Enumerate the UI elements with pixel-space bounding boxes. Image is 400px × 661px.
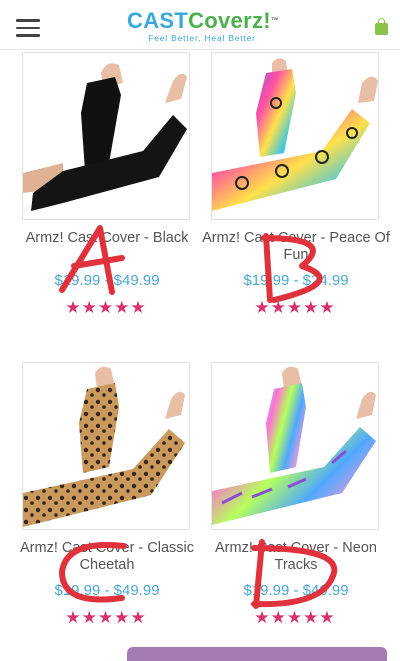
site-logo[interactable]: CASTCoverz!™ Feel Better, Heal Better — [127, 8, 280, 44]
logo-trademark: ™ — [270, 16, 280, 25]
chat-widget-bar[interactable] — [127, 647, 387, 661]
product-title[interactable]: Armz! Cast Cover - Classic Cheetah — [12, 540, 202, 574]
star-rating: ★★★★★ — [254, 608, 336, 627]
product-image-peace-pattern-arm-sleeves[interactable] — [211, 52, 379, 220]
product-price: $19.99 - $49.99 — [54, 582, 160, 599]
product-image-black-arm-sleeves[interactable] — [22, 52, 190, 220]
product-image-neon-arm-sleeves[interactable] — [211, 362, 379, 530]
hamburger-menu-icon[interactable] — [16, 19, 40, 37]
logo-coverz-text: Coverz! — [188, 8, 271, 33]
product-title[interactable]: Armz! Cast Cover - Black — [12, 230, 202, 247]
product-price: $19.99 - $24.99 — [243, 272, 349, 289]
star-rating: ★★★★★ — [65, 608, 147, 627]
product-title[interactable]: Armz! Cast Cover - Peace Of Fun — [201, 230, 391, 264]
logo-tagline: Feel Better, Heal Better — [148, 33, 256, 43]
star-rating: ★★★★★ — [65, 298, 147, 317]
site-header: CASTCoverz!™ Feel Better, Heal Better — [0, 0, 400, 50]
shopping-bag-icon[interactable] — [375, 18, 388, 35]
star-rating: ★★★★★ — [254, 298, 336, 317]
logo-cast-text: CAST — [127, 8, 189, 33]
product-image-cheetah-arm-sleeves[interactable] — [22, 362, 190, 530]
product-title[interactable]: Armz! Cast Cover - Neon Tracks — [201, 540, 391, 574]
product-price: $19.99 - $49.99 — [243, 582, 349, 599]
product-price: $19.99 - $49.99 — [54, 272, 160, 289]
